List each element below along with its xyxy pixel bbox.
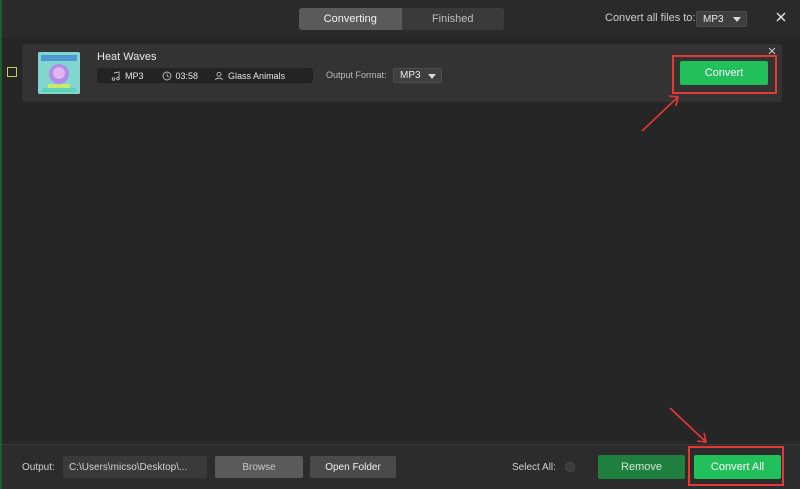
footer-bar: Output: C:\Users\micso\Desktop\... Brows… [2, 444, 800, 489]
browse-button[interactable]: Browse [215, 456, 303, 478]
chevron-down-icon [733, 17, 741, 22]
track-title: Heat Waves [97, 51, 157, 63]
output-path-field[interactable]: C:\Users\micso\Desktop\... [63, 456, 207, 478]
arrow-to-convert-all-head [696, 432, 708, 443]
album-art-thumbnail [38, 52, 80, 94]
convert-all-format-select[interactable]: MP3 [696, 11, 747, 27]
output-format-value: MP3 [400, 70, 421, 81]
output-label: Output: [22, 462, 55, 473]
remove-button[interactable]: Remove [598, 455, 685, 479]
track-meta-bar: MP3 03:58 Glass Animals [97, 68, 313, 83]
select-all-label: Select All: [512, 462, 556, 473]
convert-all-to-label: Convert all files to: [605, 12, 696, 24]
tab-finished[interactable]: Finished [402, 8, 505, 30]
select-all-toggle[interactable] [565, 462, 575, 472]
convert-all-highlight-box [688, 446, 784, 486]
clock-icon [162, 71, 171, 80]
meta-duration-value: 03:58 [175, 70, 199, 81]
remove-item-close-icon[interactable] [768, 47, 776, 55]
convert-all-format-value: MP3 [703, 13, 724, 25]
chevron-down-icon [428, 74, 436, 79]
album-art-image [38, 52, 80, 94]
convert-highlight-box [672, 55, 777, 94]
open-folder-button[interactable]: Open Folder [310, 456, 396, 478]
tab-switcher: Converting Finished [299, 8, 504, 30]
tab-converting[interactable]: Converting [299, 8, 402, 30]
arrow-to-convert-all [669, 407, 707, 443]
output-format-label: Output Format: [326, 70, 387, 80]
item-checkbox[interactable] [7, 67, 17, 77]
output-format-select[interactable]: MP3 [393, 68, 442, 83]
file-item-card: Heat Waves MP3 03:58 Glass Animals Outpu… [22, 44, 782, 102]
meta-duration: 03:58 [162, 70, 199, 81]
meta-format-value: MP3 [125, 70, 144, 81]
meta-artist: Glass Animals [214, 71, 285, 81]
app-window: Converting Finished Convert all files to… [0, 0, 800, 489]
meta-artist-value: Glass Animals [228, 70, 286, 81]
close-icon[interactable] [774, 10, 788, 24]
person-icon [215, 71, 223, 80]
header-bar: Converting Finished Convert all files to… [2, 0, 800, 38]
meta-format: MP3 [111, 71, 144, 81]
arrow-to-convert [641, 96, 679, 132]
music-note-icon [111, 70, 120, 81]
